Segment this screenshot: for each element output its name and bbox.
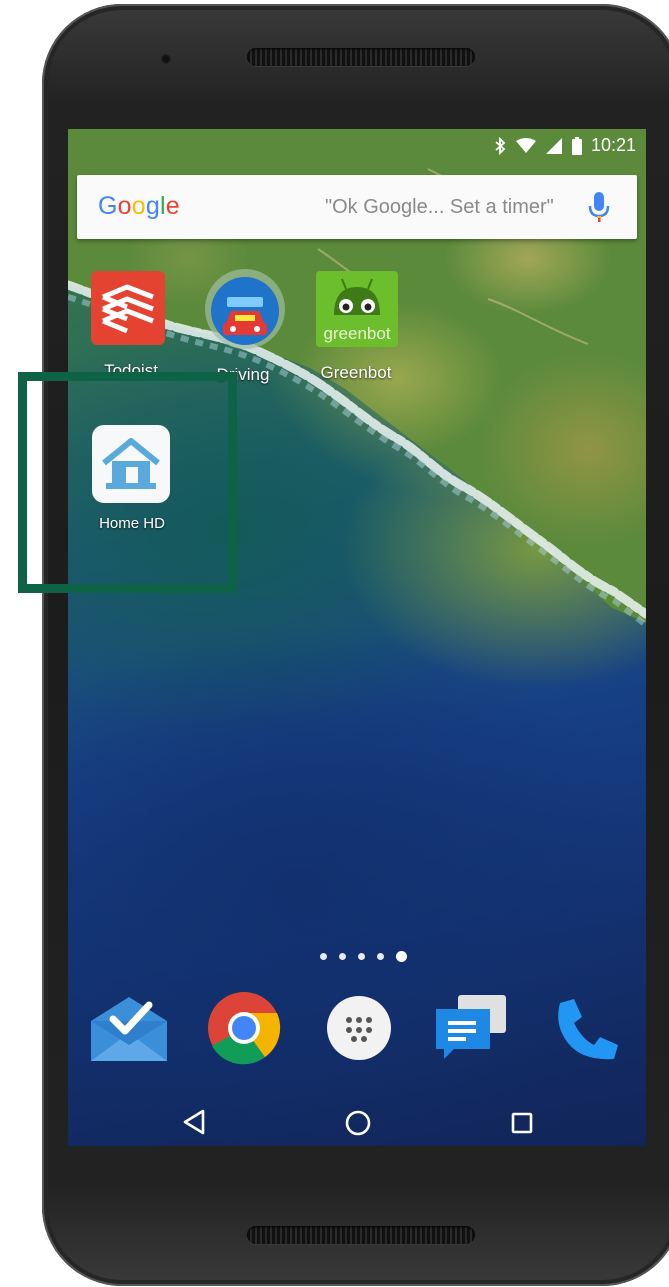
status-bar: 10:21: [68, 129, 646, 163]
app-todoist[interactable]: Todoist: [91, 271, 165, 380]
greenbot-icon: greenbot: [316, 271, 398, 347]
app-greenbot[interactable]: greenbot Greenbot: [316, 271, 398, 382]
front-camera: [161, 54, 171, 64]
page-dot[interactable]: [339, 953, 346, 960]
inbox-icon[interactable]: [91, 993, 167, 1061]
chrome-icon[interactable]: [207, 991, 281, 1065]
home-icon[interactable]: [345, 1110, 371, 1136]
mic-icon[interactable]: [588, 192, 610, 224]
messenger-icon[interactable]: [436, 995, 508, 1061]
wifi-icon: [516, 138, 536, 153]
back-icon[interactable]: [182, 1109, 206, 1135]
bluetooth-icon: [495, 137, 506, 155]
top-speaker: [247, 48, 475, 66]
recents-icon[interactable]: [511, 1112, 533, 1134]
page-dot[interactable]: [320, 953, 327, 960]
driving-icon: [205, 269, 285, 349]
todoist-icon: [91, 271, 165, 345]
bottom-speaker: [247, 1226, 475, 1244]
app-drawer-icon[interactable]: [326, 995, 392, 1061]
svg-text:greenbot: greenbot: [323, 324, 390, 343]
page-indicator: [320, 951, 407, 962]
page-dot-current[interactable]: [396, 951, 407, 962]
phone-icon[interactable]: [552, 995, 620, 1063]
google-search-bar[interactable]: Google "Ok Google... Set a timer": [77, 175, 637, 239]
page-dot[interactable]: [377, 953, 384, 960]
home-screen: 10:21 Google "Ok Google... Set a timer" …: [68, 129, 646, 1146]
page-dot[interactable]: [358, 953, 365, 960]
highlight-box: [18, 372, 237, 593]
app-driving[interactable]: Driving: [203, 267, 285, 384]
status-icons: [494, 137, 582, 155]
search-hint: "Ok Google... Set a timer": [325, 196, 554, 218]
navigation-bar: [68, 1079, 646, 1146]
status-time: 10:21: [590, 135, 636, 155]
battery-icon: [572, 137, 582, 155]
google-logo: Google: [98, 192, 180, 220]
signal-icon: [546, 138, 562, 154]
app-label: Greenbot: [320, 363, 392, 382]
